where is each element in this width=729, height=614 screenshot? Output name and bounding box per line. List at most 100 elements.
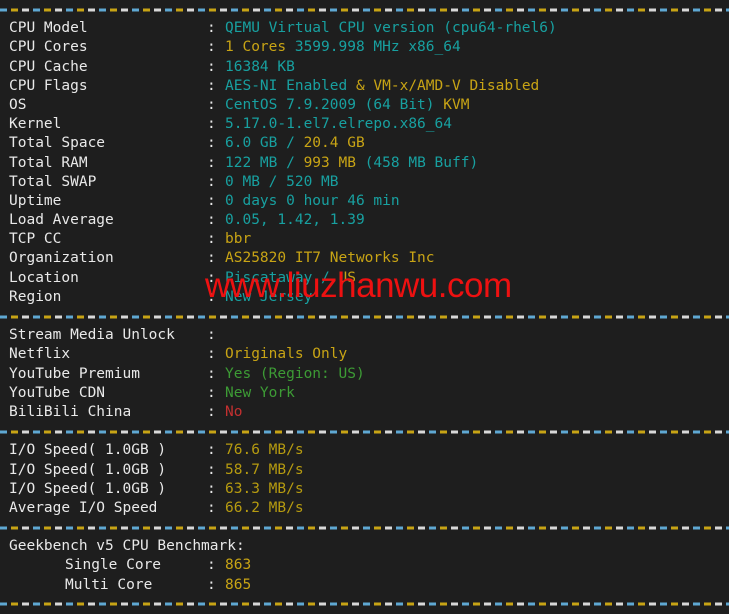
- row-colon: :: [207, 77, 216, 94]
- row-colon: :: [207, 384, 216, 401]
- info-row: CPU Flags: AES-NI Enabled & VM-x/AMD-V Di…: [0, 77, 729, 96]
- value-part: 20.4 GB: [303, 135, 365, 152]
- value-part: No: [225, 403, 243, 420]
- row-colon: :: [207, 135, 216, 152]
- row-value: 1 Cores 3599.998 MHz x86_64: [225, 38, 461, 57]
- value-part: QEMU Virtual CPU version (cpu64-rhel6): [225, 20, 557, 37]
- value-part: 0 MB / 520 MB: [225, 173, 339, 190]
- info-row: Multi Core:865: [0, 576, 729, 595]
- row-colon: :: [207, 288, 216, 305]
- row-label: Stream Media Unlock: [9, 327, 175, 344]
- row-label: Multi Core: [65, 576, 153, 593]
- info-row: Single Core:863: [0, 556, 729, 575]
- row-colon: :: [207, 461, 216, 478]
- value-part: bbr: [225, 231, 252, 248]
- row-colon: :: [207, 269, 216, 286]
- row-value: 863: [225, 556, 251, 575]
- value-part: US: [338, 269, 356, 286]
- io-speed-section: I/O Speed( 1.0GB ):76.6 MB/s I/O Speed( 1…: [0, 441, 729, 518]
- row-label: I/O Speed( 1.0GB ): [9, 442, 167, 459]
- stream-media-section: Stream Media Unlock: Netflix: Originals On…: [0, 326, 729, 422]
- value-part: 58.7 MB/s: [225, 461, 304, 478]
- value-part: 0.05, 1.42, 1.39: [225, 212, 365, 229]
- value-part: /: [286, 154, 304, 171]
- row-value: 63.3 MB/s: [225, 480, 304, 499]
- value-part: Yes (Region: US): [225, 365, 365, 382]
- value-part: Piscataway: [225, 269, 322, 286]
- info-row: Total SWAP:0 MB / 520 MB: [0, 173, 729, 192]
- info-row: I/O Speed( 1.0GB ):58.7 MB/s: [0, 461, 729, 480]
- info-row: Netflix: Originals Only: [0, 345, 729, 364]
- row-colon: :: [207, 499, 216, 516]
- row-colon: :: [207, 192, 216, 209]
- separator-after-io: [0, 518, 729, 537]
- row-value: Yes (Region: US): [225, 365, 365, 384]
- row-label: BiliBili China: [9, 403, 132, 420]
- value-part: 0 days 0 hour 46 min: [225, 192, 400, 209]
- row-value: CentOS 7.9.2009 (64 Bit) KVM: [225, 96, 469, 115]
- row-label: CPU Model: [9, 20, 88, 37]
- info-row: OS: CentOS 7.9.2009 (64 Bit) KVM: [0, 96, 729, 115]
- row-colon: :: [207, 480, 216, 497]
- row-colon: :: [207, 116, 216, 133]
- row-colon: :: [207, 58, 216, 75]
- info-row: Region: New Jersey: [0, 288, 729, 307]
- dashed-rule: [0, 315, 729, 319]
- info-row: BiliBili China: No: [0, 403, 729, 422]
- row-label: CPU Cache: [9, 58, 88, 75]
- row-colon: :: [207, 231, 216, 248]
- geekbench-title-text: Geekbench v5 CPU Benchmark:: [9, 538, 245, 555]
- dashed-rule: [0, 430, 729, 434]
- row-value: 6.0 GB / 20.4 GB: [225, 134, 365, 153]
- row-colon: :: [207, 576, 216, 593]
- info-row: Stream Media Unlock:: [0, 326, 729, 345]
- row-label: I/O Speed( 1.0GB ): [9, 461, 167, 478]
- value-part: 1 Cores: [225, 39, 295, 56]
- value-part: New Jersey: [225, 288, 313, 305]
- info-row: I/O Speed( 1.0GB ):63.3 MB/s: [0, 480, 729, 499]
- value-part: 3599.998 MHz x86_64: [294, 39, 461, 56]
- row-colon: :: [207, 173, 216, 190]
- row-colon: :: [207, 212, 216, 229]
- value-part: 865: [225, 576, 252, 593]
- value-part: 66.2 MB/s: [225, 499, 304, 516]
- info-row: Organization: AS25820 IT7 Networks Inc: [0, 249, 729, 268]
- row-colon: :: [207, 327, 216, 344]
- info-row: Load Average:0.05, 1.42, 1.39: [0, 211, 729, 230]
- row-value: AES-NI Enabled & VM-x/AMD-V Disabled: [225, 77, 539, 96]
- row-colon: :: [207, 557, 216, 574]
- row-label: Netflix: [9, 346, 71, 363]
- info-row: Location: Piscataway / US: [0, 269, 729, 288]
- value-part: 993 MB: [303, 154, 365, 171]
- row-label: Kernel: [9, 116, 62, 133]
- row-colon: :: [207, 403, 216, 420]
- value-part: 122 MB: [225, 154, 287, 171]
- dashed-rule: [0, 8, 729, 12]
- row-label: Average I/O Speed: [9, 499, 158, 516]
- separator-after-system: [0, 307, 729, 326]
- row-label: Uptime: [9, 192, 62, 209]
- row-value: Piscataway / US: [225, 269, 356, 288]
- separator-after-stream: [0, 422, 729, 441]
- row-value: No: [225, 403, 242, 422]
- value-part: AS25820 IT7 Networks Inc: [225, 250, 435, 267]
- value-part: (458 MB Buff): [364, 154, 479, 171]
- terminal-output: CPU Model: QEMU Virtual CPU version (cpu6…: [0, 0, 729, 606]
- row-value: Originals Only: [225, 345, 347, 364]
- value-part: & VM-x/AMD-V Disabled: [355, 77, 540, 94]
- row-label: Load Average: [9, 212, 114, 229]
- row-value: QEMU Virtual CPU version (cpu64-rhel6): [225, 19, 557, 38]
- row-value: 0 MB / 520 MB: [225, 173, 339, 192]
- row-label: Location: [9, 269, 79, 286]
- value-part: 76.6 MB/s: [225, 442, 304, 459]
- info-row: CPU Cache:16384 KB: [0, 58, 729, 77]
- value-part: 16384 KB: [225, 58, 295, 75]
- row-value: New York: [225, 384, 295, 403]
- row-value: 5.17.0-1.el7.elrepo.x86_64: [225, 115, 452, 134]
- value-part: CentOS 7.9.2009 (64 Bit): [225, 96, 444, 113]
- row-label: CPU Cores: [9, 39, 88, 56]
- row-colon: :: [207, 365, 216, 382]
- row-value: 0 days 0 hour 46 min: [225, 192, 400, 211]
- row-label: YouTube Premium: [9, 365, 140, 382]
- row-label: CPU Flags: [9, 77, 88, 94]
